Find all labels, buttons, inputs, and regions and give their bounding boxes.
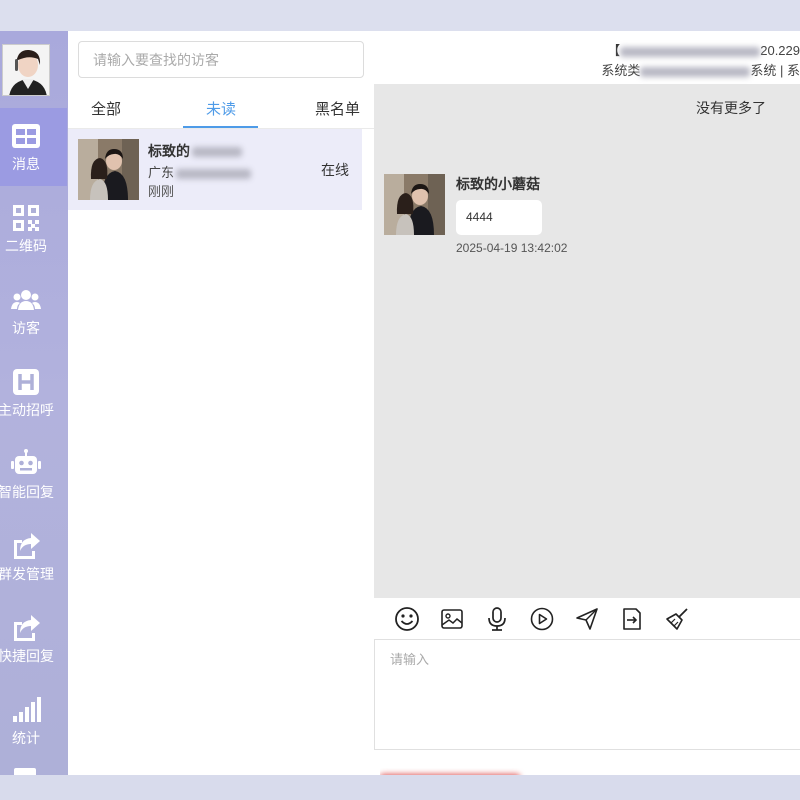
message-input[interactable] xyxy=(375,640,800,749)
sidebar: 消息 二维码 访客 主动招呼 智能回复 群发管理 快捷回复 统计 xyxy=(0,31,68,775)
video-play-icon[interactable] xyxy=(529,606,555,632)
sidebar-more-icon xyxy=(14,768,36,775)
message-sender-name: 标致的小蘑菇 xyxy=(456,176,540,192)
visitor-photo xyxy=(78,139,139,200)
broom-clear-icon[interactable] xyxy=(664,606,690,632)
visitor-list-panel: 全部 未读 黑名单 标致的 广东 刚刚 在线 xyxy=(68,31,374,775)
sidebar-item-quick-reply[interactable]: 快捷回复 xyxy=(0,600,67,678)
sidebar-item-label: 二维码 xyxy=(5,238,47,254)
message-bubble[interactable]: 4444 xyxy=(456,200,542,235)
sidebar-item-label: 快捷回复 xyxy=(0,648,54,664)
signal-bars-icon xyxy=(13,697,41,722)
agent-avatar-image xyxy=(3,45,49,95)
visitor-name: 标致的 xyxy=(148,141,242,161)
message-input-box xyxy=(374,639,800,750)
redacted-text xyxy=(380,768,530,775)
robot-icon xyxy=(11,449,41,474)
sidebar-item-messages[interactable]: 消息 xyxy=(0,108,67,186)
share-icon xyxy=(14,615,40,641)
qrcode-icon xyxy=(13,205,39,231)
visitor-location: 广东 xyxy=(148,162,252,181)
sidebar-item-label: 智能回复 xyxy=(0,484,54,500)
sidebar-item-label: 主动招呼 xyxy=(0,402,54,418)
visitor-last-time: 刚刚 xyxy=(148,184,175,199)
system-info-line: 系统类 系统 | 系 xyxy=(601,63,800,78)
sidebar-item-label: 统计 xyxy=(12,730,40,746)
message-timestamp: 2025-04-19 13:42:02 xyxy=(456,241,568,255)
sidebar-item-label: 访客 xyxy=(12,320,40,336)
chat-header: 【20.229 系统类 系统 | 系 xyxy=(374,31,800,84)
top-bar xyxy=(0,0,800,31)
sidebar-item-qrcode[interactable]: 二维码 xyxy=(0,190,67,268)
tab-unread[interactable]: 未读 xyxy=(206,98,236,128)
sidebar-item-label: 消息 xyxy=(12,156,40,172)
tab-blacklist[interactable]: 黑名单 xyxy=(315,98,360,128)
sender-photo xyxy=(384,174,445,235)
redacted-text xyxy=(620,46,761,57)
image-icon[interactable] xyxy=(439,606,465,632)
sidebar-item-broadcast[interactable]: 群发管理 xyxy=(0,518,67,596)
microphone-icon[interactable] xyxy=(484,606,510,632)
tab-all[interactable]: 全部 xyxy=(91,98,121,128)
chat-toolbar xyxy=(374,598,800,639)
redacted-text xyxy=(176,168,252,179)
no-more-messages: 没有更多了 xyxy=(696,100,766,116)
sidebar-item-visitors[interactable]: 访客 xyxy=(0,272,67,350)
sidebar-item-statistics[interactable]: 统计 xyxy=(0,682,67,760)
redacted-text xyxy=(640,66,751,77)
conversation-item[interactable]: 标致的 广东 刚刚 在线 xyxy=(68,129,362,210)
chat-messages-area[interactable]: 没有更多了 标致的小蘑菇 4444 2025-04-19 13:42:02 xyxy=(374,84,800,598)
redacted-text xyxy=(192,147,242,158)
file-transfer-icon[interactable] xyxy=(619,606,645,632)
sidebar-item-label: 群发管理 xyxy=(0,566,54,582)
h-square-icon xyxy=(13,369,39,395)
status-badge: 在线 xyxy=(321,162,349,178)
send-plane-icon[interactable] xyxy=(574,606,600,632)
emoji-icon[interactable] xyxy=(394,606,420,632)
agent-avatar[interactable] xyxy=(2,44,50,96)
visitor-avatar xyxy=(78,139,139,200)
share-icon xyxy=(14,533,40,559)
bottom-bar xyxy=(0,775,800,800)
visitor-info-line: 【20.229 xyxy=(607,43,800,58)
sidebar-item-smart-reply[interactable]: 智能回复 xyxy=(0,436,67,514)
search-input[interactable] xyxy=(78,41,364,78)
sender-avatar xyxy=(384,174,445,235)
input-footer xyxy=(374,750,800,775)
sidebar-item-greeting[interactable]: 主动招呼 xyxy=(0,354,67,432)
users-icon xyxy=(11,290,41,310)
message-grid-icon xyxy=(12,124,40,148)
